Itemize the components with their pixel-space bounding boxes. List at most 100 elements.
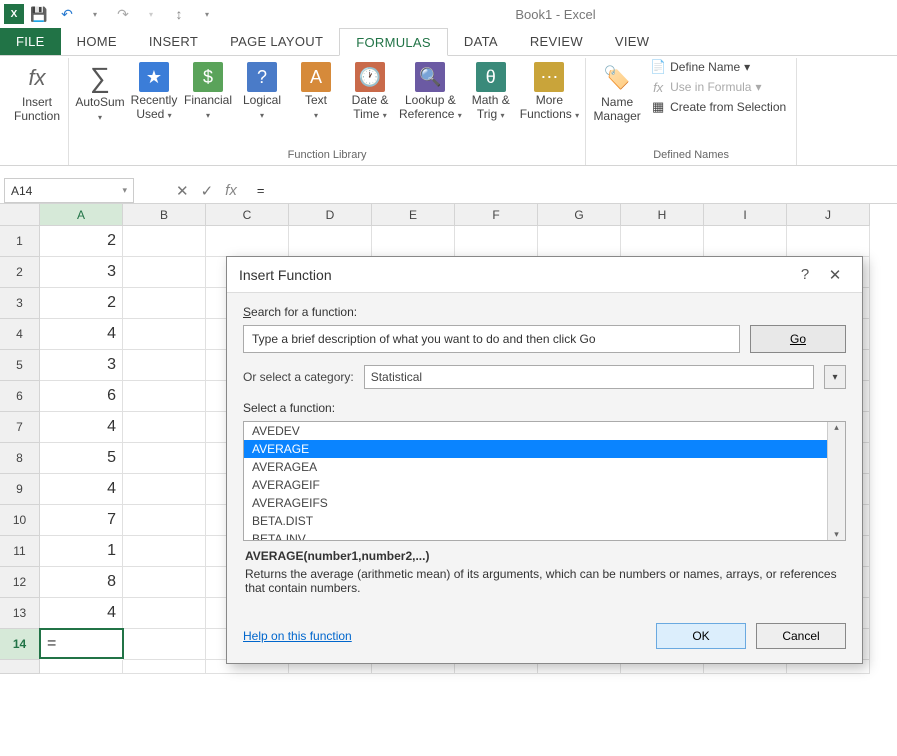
- row-header[interactable]: 3: [0, 288, 40, 319]
- grid-cell[interactable]: [123, 505, 206, 536]
- grid-cell[interactable]: [123, 319, 206, 350]
- column-header[interactable]: F: [455, 204, 538, 226]
- grid-cell[interactable]: [289, 226, 372, 257]
- tab-review[interactable]: REVIEW: [514, 28, 599, 55]
- column-header[interactable]: B: [123, 204, 206, 226]
- grid-cell[interactable]: [123, 660, 206, 674]
- accept-edit-icon[interactable]: ✓: [201, 182, 214, 200]
- select-all-corner[interactable]: [0, 204, 40, 226]
- grid-cell[interactable]: [621, 226, 704, 257]
- help-link[interactable]: Help on this function: [243, 629, 352, 643]
- scroll-up-icon[interactable]: ▴: [834, 422, 839, 433]
- tab-formulas[interactable]: FORMULAS: [339, 28, 448, 56]
- logical-button[interactable]: ? Logical▾: [237, 58, 287, 122]
- dialog-titlebar[interactable]: Insert Function ? ✕: [227, 257, 862, 293]
- tab-page-layout[interactable]: PAGE LAYOUT: [214, 28, 339, 55]
- grid-cell[interactable]: 7: [40, 505, 123, 536]
- text-button[interactable]: A Text▾: [291, 58, 341, 122]
- grid-cell[interactable]: 4: [40, 319, 123, 350]
- column-header[interactable]: D: [289, 204, 372, 226]
- grid-cell[interactable]: [704, 226, 787, 257]
- lookup-reference-button[interactable]: 🔍 Lookup & Reference ▾: [399, 58, 462, 122]
- name-manager-button[interactable]: 🏷️ Name Manager: [592, 58, 642, 124]
- row-header[interactable]: 2: [0, 257, 40, 288]
- grid-cell[interactable]: 4: [40, 412, 123, 443]
- function-list-item[interactable]: AVERAGE: [244, 440, 845, 458]
- grid-cell[interactable]: 4: [40, 474, 123, 505]
- grid-cell[interactable]: [123, 381, 206, 412]
- define-name-button[interactable]: 📄 Define Name ▾: [646, 58, 790, 76]
- grid-cell[interactable]: [372, 226, 455, 257]
- row-header[interactable]: 11: [0, 536, 40, 567]
- row-header[interactable]: 12: [0, 567, 40, 598]
- function-list-item[interactable]: AVERAGEA: [244, 458, 845, 476]
- chevron-down-icon[interactable]: ▾: [122, 185, 127, 196]
- column-header[interactable]: G: [538, 204, 621, 226]
- create-from-selection-button[interactable]: ▦ Create from Selection: [646, 98, 790, 116]
- category-select[interactable]: Statistical: [364, 365, 814, 389]
- row-header[interactable]: 6: [0, 381, 40, 412]
- column-header[interactable]: H: [621, 204, 704, 226]
- more-functions-button[interactable]: ⋯ More Functions ▾: [520, 58, 579, 122]
- grid-cell[interactable]: [123, 412, 206, 443]
- grid-cell[interactable]: 1: [40, 536, 123, 567]
- financial-button[interactable]: $ Financial▾: [183, 58, 233, 122]
- touch-mode-icon[interactable]: ↕: [168, 3, 190, 25]
- row-header[interactable]: [0, 660, 40, 674]
- grid-cell[interactable]: 8: [40, 567, 123, 598]
- grid-cell[interactable]: [123, 567, 206, 598]
- math-trig-button[interactable]: θ Math & Trig ▾: [466, 58, 516, 122]
- row-header[interactable]: 13: [0, 598, 40, 629]
- row-header[interactable]: 10: [0, 505, 40, 536]
- tab-insert[interactable]: INSERT: [133, 28, 214, 55]
- tab-data[interactable]: DATA: [448, 28, 514, 55]
- row-header[interactable]: 5: [0, 350, 40, 381]
- undo-dropdown-icon[interactable]: ▾: [84, 3, 106, 25]
- date-time-button[interactable]: 🕐 Date & Time ▾: [345, 58, 395, 122]
- grid-cell[interactable]: 3: [40, 257, 123, 288]
- redo-icon[interactable]: ↷: [112, 3, 134, 25]
- search-input[interactable]: Type a brief description of what you wan…: [243, 325, 740, 353]
- grid-cell[interactable]: [123, 474, 206, 505]
- grid-cell[interactable]: [123, 629, 206, 660]
- function-list-item[interactable]: AVERAGEIFS: [244, 494, 845, 512]
- undo-icon[interactable]: ↶: [56, 3, 78, 25]
- grid-cell[interactable]: 4: [40, 598, 123, 629]
- formula-input[interactable]: [249, 178, 897, 203]
- row-header[interactable]: 7: [0, 412, 40, 443]
- tab-view[interactable]: VIEW: [599, 28, 665, 55]
- function-listbox[interactable]: AVEDEVAVERAGEAVERAGEAAVERAGEIFAVERAGEIFS…: [243, 421, 846, 541]
- tab-file[interactable]: FILE: [0, 28, 61, 55]
- listbox-scrollbar[interactable]: ▴ ▾: [827, 422, 845, 540]
- category-dropdown-button[interactable]: ▾: [824, 365, 846, 389]
- grid-cell[interactable]: 3: [40, 350, 123, 381]
- recently-used-button[interactable]: ★ Recently Used ▾: [129, 58, 179, 122]
- row-header[interactable]: 9: [0, 474, 40, 505]
- grid-cell[interactable]: [123, 443, 206, 474]
- grid-cell[interactable]: [123, 536, 206, 567]
- active-cell[interactable]: =: [39, 628, 124, 659]
- scroll-down-icon[interactable]: ▾: [834, 529, 839, 540]
- fx-icon[interactable]: fx: [225, 182, 237, 199]
- grid-cell[interactable]: [123, 598, 206, 629]
- row-header[interactable]: 4: [0, 319, 40, 350]
- autosum-button[interactable]: ∑ AutoSum▾: [75, 58, 125, 124]
- grid-cell[interactable]: [123, 257, 206, 288]
- column-header[interactable]: A: [40, 204, 123, 226]
- row-header[interactable]: 8: [0, 443, 40, 474]
- function-list-item[interactable]: BETA.INV: [244, 530, 845, 541]
- grid-cell[interactable]: [787, 226, 870, 257]
- ok-button[interactable]: OK: [656, 623, 746, 649]
- row-header[interactable]: 14: [0, 629, 40, 660]
- go-button[interactable]: Go: [750, 325, 846, 353]
- tab-home[interactable]: HOME: [61, 28, 133, 55]
- column-header[interactable]: E: [372, 204, 455, 226]
- function-list-item[interactable]: AVERAGEIF: [244, 476, 845, 494]
- grid-cell[interactable]: 5: [40, 443, 123, 474]
- grid-cell[interactable]: [538, 226, 621, 257]
- grid-cell[interactable]: 6: [40, 381, 123, 412]
- grid-cell[interactable]: [206, 226, 289, 257]
- grid-cell[interactable]: [455, 226, 538, 257]
- save-icon[interactable]: 💾: [28, 3, 50, 25]
- cancel-button[interactable]: Cancel: [756, 623, 846, 649]
